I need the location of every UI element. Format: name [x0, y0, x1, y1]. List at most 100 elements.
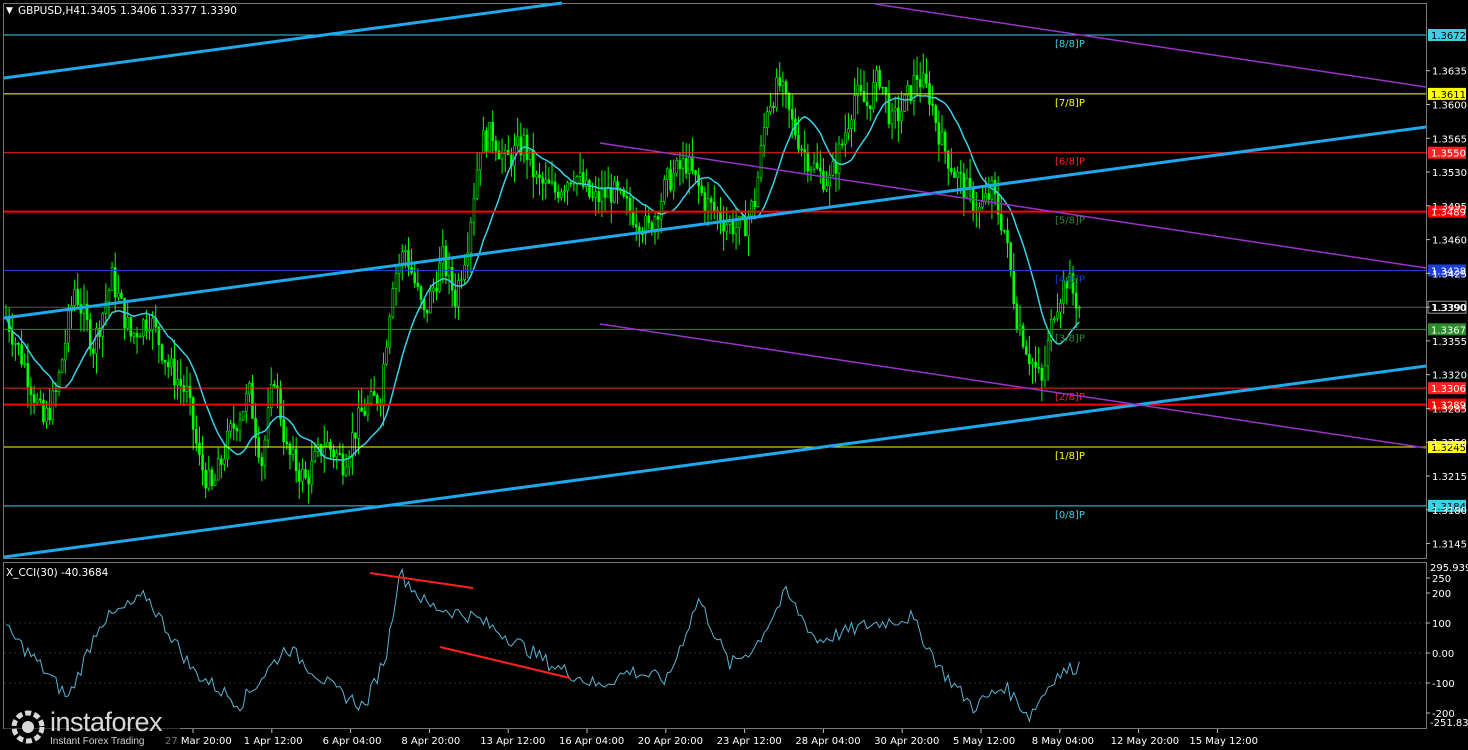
candle-body	[344, 466, 348, 476]
candle-body	[238, 419, 242, 432]
candle-body	[176, 379, 179, 386]
candle-body	[1031, 361, 1034, 365]
cci-tick-label: -100	[1432, 679, 1455, 690]
candle-body	[797, 134, 800, 150]
candle-body	[812, 162, 816, 170]
candle-body	[1043, 365, 1047, 381]
candle-body	[781, 81, 785, 87]
candle-body	[675, 160, 679, 174]
candle-body	[444, 245, 448, 277]
candle-body	[141, 319, 145, 337]
murrey-level-label: [1/8]P	[1055, 451, 1085, 462]
candle-body	[394, 273, 398, 289]
chart-ohlc: 1.3405 1.3406 1.3377 1.3390	[80, 5, 237, 17]
candle-body	[1003, 229, 1006, 232]
candle-body	[547, 179, 551, 184]
candle-body	[940, 131, 944, 145]
candle-body	[669, 168, 672, 191]
price-tick-label: 1.3635	[1432, 67, 1467, 78]
candle-body	[681, 158, 685, 169]
price-tick-label: 1.3320	[1432, 371, 1467, 382]
candle-body	[528, 149, 532, 160]
candle-body	[173, 358, 176, 386]
candle-body	[731, 219, 735, 235]
candle-body	[931, 104, 934, 106]
candle-body	[831, 161, 835, 176]
candle-body	[837, 143, 841, 174]
candle-body	[822, 170, 825, 190]
candle-body	[500, 153, 504, 160]
candle-body	[235, 428, 239, 432]
candle-body	[950, 167, 953, 173]
time-tick-label: 28 Apr 04:00	[795, 736, 860, 747]
candle-body	[148, 329, 151, 332]
chart-symbol-label: GBPUSD,H4	[18, 5, 80, 17]
candle-body	[132, 332, 136, 337]
candle-body	[14, 343, 17, 345]
candle-body	[1037, 367, 1041, 369]
candle-body	[1015, 303, 1019, 331]
candle-body	[294, 448, 298, 472]
candle-body	[126, 317, 129, 329]
candle-body	[541, 177, 544, 184]
price-tag-label: 1.3611	[1431, 90, 1466, 101]
time-tick-label: 8 May 04:00	[1032, 736, 1094, 747]
candle-body	[712, 201, 716, 211]
murrey-level-label: [5/8]P	[1055, 216, 1085, 227]
candle-body	[578, 172, 582, 177]
candle-body	[1012, 270, 1016, 304]
time-tick-label: 15 May 12:00	[1189, 736, 1258, 747]
candle-body	[585, 179, 588, 187]
cci-label: X_CCI(30) -40.3684	[6, 567, 109, 579]
candle-body	[1059, 302, 1062, 313]
candle-body	[625, 195, 629, 199]
candle-body	[516, 136, 519, 147]
candle-body	[416, 282, 420, 287]
candle-body	[475, 169, 479, 199]
time-tick-label: 23 Apr 12:00	[717, 736, 782, 747]
candle-body	[759, 145, 763, 178]
candle-body	[1009, 242, 1012, 272]
candle-body	[594, 191, 597, 198]
candle-body	[765, 111, 769, 128]
candle-body	[413, 272, 417, 284]
candle-body	[556, 191, 560, 198]
candle-body	[806, 152, 810, 172]
candle-body	[1056, 311, 1059, 319]
cci-tick-label: 0.00	[1432, 649, 1454, 660]
candle-body	[166, 361, 170, 367]
candle-body	[872, 82, 875, 110]
candle-body	[360, 407, 363, 412]
candle-body	[900, 110, 903, 122]
candle-body	[859, 85, 863, 92]
candle-body	[560, 191, 563, 198]
time-tick-label: 12 May 20:00	[1111, 736, 1180, 747]
candle-body	[591, 196, 594, 198]
candle-body	[659, 201, 663, 220]
price-tick-label: 1.3565	[1432, 134, 1467, 145]
candle-body	[840, 143, 844, 146]
candle-body	[497, 150, 501, 160]
candle-body	[956, 171, 959, 178]
candle-body	[213, 479, 217, 486]
candle-body	[382, 363, 385, 407]
candle-body	[553, 181, 557, 193]
candle-body	[971, 186, 975, 211]
candle-body	[531, 149, 535, 178]
cci-tick-label: 250	[1432, 574, 1451, 585]
candle-body	[563, 190, 566, 193]
candle-body	[566, 182, 569, 191]
candle-body	[288, 443, 292, 455]
candle-body	[750, 200, 753, 217]
time-tick-label: 1 Apr 12:00	[244, 736, 303, 747]
candle-body	[160, 344, 164, 361]
candle-body	[762, 127, 766, 146]
gbpusd-chart[interactable]: [8/8]P 1.3672 [7/8]P 1.3611 [6/8]P 1.3550 [5/8…	[0, 0, 1468, 750]
candle-body	[999, 213, 1003, 231]
candle-body	[432, 287, 435, 292]
candle-body	[363, 411, 367, 416]
candle-body	[429, 291, 432, 314]
candle-body	[223, 458, 226, 465]
candle-body	[282, 419, 285, 443]
chart-header-arrow[interactable]: ▼	[6, 6, 13, 16]
